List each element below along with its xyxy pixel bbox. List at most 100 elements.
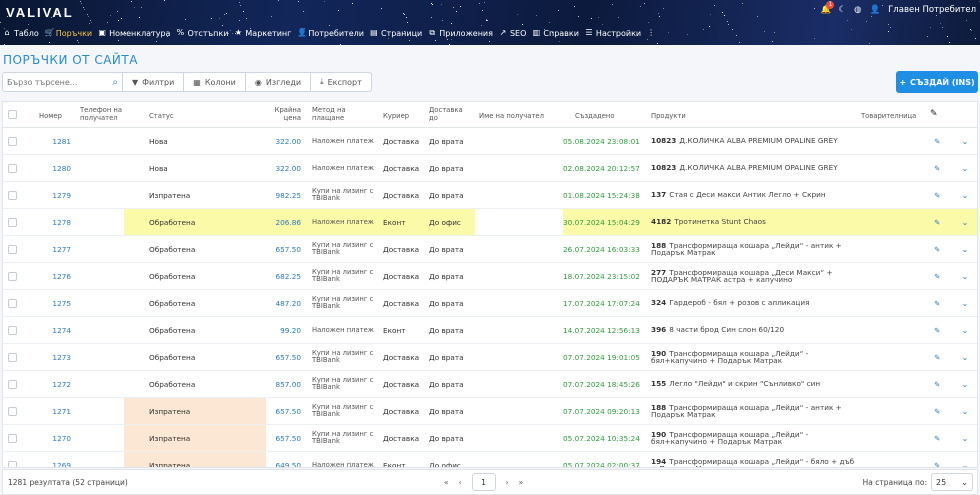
pencil-icon[interactable]: ✎ <box>925 182 949 208</box>
select-all-checkbox[interactable] <box>8 110 17 119</box>
pencil-icon[interactable]: ✎ <box>925 344 949 370</box>
col-delivery[interactable]: Доставка до <box>429 106 467 122</box>
table-row[interactable]: 1279 Изпратена 982.25 Купи на лизинг с TBIB… <box>3 182 977 209</box>
pencil-icon[interactable]: ✎ <box>925 425 949 451</box>
pencil-icon[interactable]: ✎ <box>925 398 949 424</box>
chevron-down-icon[interactable]: ⌄ <box>953 371 977 397</box>
chevron-down-icon[interactable]: ⌄ <box>953 263 977 289</box>
search-input[interactable] <box>7 77 102 87</box>
row-checkbox[interactable] <box>8 371 20 397</box>
row-checkbox[interactable] <box>8 317 20 343</box>
chevron-down-icon[interactable]: ⌄ <box>953 182 977 208</box>
id-cell[interactable]: 1275 <box>33 290 71 316</box>
user-name[interactable]: Главен Потребител <box>888 5 976 15</box>
table-row[interactable]: 1280 Нова 322.00 Наложен платеж Доставка До в… <box>3 155 977 182</box>
nav-item-10[interactable]: ☰ Настройки <box>582 29 644 38</box>
chevron-down-icon[interactable]: ⌄ <box>953 398 977 424</box>
table-row[interactable]: 1275 Обработена 487.20 Купи на лизинг с TBI… <box>3 290 977 317</box>
row-checkbox[interactable] <box>8 452 20 467</box>
nav-item-7[interactable]: ⧉ Приложения <box>425 29 496 38</box>
product-cell[interactable]: 4182 Тротинетка Stunt Chaos <box>651 209 856 235</box>
id-cell[interactable]: 1274 <box>33 317 71 343</box>
create-button[interactable]: + СЪЗДАЙ (INS) <box>896 71 978 93</box>
nav-item-2[interactable]: ▣ Номенклатура <box>95 29 173 38</box>
product-cell[interactable]: 10823 Д.КОЛИЧКА ALBA PREMIUM OPALINE GREY <box>651 155 856 181</box>
id-cell[interactable]: 1280 <box>33 155 71 181</box>
nav-item-0[interactable]: ⌂ Табло <box>0 29 42 38</box>
table-row[interactable]: 1277 Обработена 657.50 Купи на лизинг с TBI… <box>3 236 977 263</box>
table-row[interactable]: 1278 Обработена 206.86 Наложен платеж Еконт Д… <box>3 209 977 236</box>
table-row[interactable]: 1270 Изпратена 657.50 Купи на лизинг с TBIB… <box>3 425 977 452</box>
table-row[interactable]: 1269 Изпратена 649.50 Наложен платеж Еконт До… <box>3 452 977 468</box>
col-courier[interactable]: Куриер <box>383 112 409 120</box>
last-page-icon[interactable]: » <box>519 478 524 487</box>
moon-icon[interactable]: ☾ <box>838 5 846 15</box>
columns-button[interactable]: ▦ Колони <box>184 72 246 92</box>
product-cell[interactable]: 137 Стая с Деси макси Антик Легло + Скрин <box>651 182 856 208</box>
pencil-icon[interactable]: ✎ <box>925 371 949 397</box>
nav-item-1[interactable]: 🛒 Поръчки <box>42 29 95 38</box>
chevron-down-icon[interactable]: ⌄ <box>953 290 977 316</box>
next-page-icon[interactable]: › <box>506 478 509 487</box>
pencil-icon[interactable]: ✎ <box>925 452 949 468</box>
nav-item-4[interactable]: ★ Маркетинг <box>231 29 294 38</box>
views-button[interactable]: ◉ Изгледи <box>245 72 312 92</box>
chevron-down-icon[interactable]: ⌄ <box>953 236 977 262</box>
nav-more[interactable]: ⋮ <box>644 29 658 37</box>
col-status[interactable]: Статус <box>149 112 174 120</box>
table-row[interactable]: 1281 Нова 322.00 Наложен платеж Доставка До в… <box>3 128 977 155</box>
bell-icon[interactable]: 🔔 1 <box>820 1 835 15</box>
id-cell[interactable]: 1271 <box>33 398 71 424</box>
chevron-down-icon[interactable]: ⌄ <box>953 425 977 451</box>
row-checkbox[interactable] <box>8 236 20 262</box>
pencil-icon[interactable]: ✎ <box>925 317 949 343</box>
id-cell[interactable]: 1277 <box>33 236 71 262</box>
row-checkbox[interactable] <box>8 182 20 208</box>
table-row[interactable]: 1271 Изпратена 657.50 Купи на лизинг с TBIB… <box>3 398 977 425</box>
pencil-icon[interactable]: ✎ <box>925 209 949 235</box>
col-price[interactable]: Крайна цена <box>267 106 301 122</box>
col-payment[interactable]: Метод на плащане <box>312 106 360 122</box>
col-recipient[interactable]: Име на получател <box>479 112 544 120</box>
first-page-icon[interactable]: « <box>444 478 449 487</box>
col-created[interactable]: Създадено <box>575 112 615 120</box>
nav-item-9[interactable]: ▥ Справки <box>529 29 582 38</box>
pencil-icon[interactable]: ✎ <box>925 263 949 289</box>
product-cell[interactable]: 190 Трансформираща кошара „Лейди“ - бял+к… <box>651 344 856 370</box>
nav-item-3[interactable]: % Отстъпки <box>173 29 231 38</box>
page-input[interactable]: 1 <box>471 473 496 491</box>
chevron-down-icon[interactable]: ⌄ <box>953 452 977 468</box>
id-cell[interactable]: 1270 <box>33 425 71 451</box>
row-checkbox[interactable] <box>8 155 20 181</box>
globe-icon[interactable]: ◍ <box>854 5 861 15</box>
row-checkbox[interactable] <box>8 263 20 289</box>
product-cell[interactable]: 188 Трансформираща кошара „Лейди“ - антик… <box>651 236 856 262</box>
row-checkbox[interactable] <box>8 290 20 316</box>
pencil-icon[interactable]: ✎ <box>925 236 949 262</box>
chevron-down-icon[interactable]: ⌄ <box>953 344 977 370</box>
product-cell[interactable]: 10823 Д.КОЛИЧКА ALBA PREMIUM OPALINE GREY <box>651 128 856 154</box>
chevron-down-icon[interactable]: ⌄ <box>953 128 977 154</box>
nav-item-6[interactable]: ▤ Страници <box>367 29 425 38</box>
per-page-select[interactable]: 25 ⌄ <box>931 473 973 491</box>
chevron-down-icon[interactable]: ⌄ <box>953 317 977 343</box>
export-button[interactable]: ⤓ Експорт <box>311 72 372 92</box>
row-checkbox[interactable] <box>8 344 20 370</box>
chevron-down-icon[interactable]: ⌄ <box>953 155 977 181</box>
product-cell[interactable]: 194 Трансформираща кошара „Лейди“ - бяло … <box>651 452 856 467</box>
product-cell[interactable]: 277 Трансформираща кошара „Деси Макси“ + … <box>651 263 856 289</box>
col-products[interactable]: Продукти <box>651 112 686 120</box>
search-icon[interactable]: ⌕ <box>112 77 118 88</box>
id-cell[interactable]: 1276 <box>33 263 71 289</box>
product-cell[interactable]: 324 Гардероб - бял + розов с апликация <box>651 290 856 316</box>
table-row[interactable]: 1274 Обработена 99.20 Наложен платеж Еконт До… <box>3 317 977 344</box>
product-cell[interactable]: 396 8 части брод Син слон 60/120 <box>651 317 856 343</box>
table-row[interactable]: 1276 Обработена 682.25 Купи на лизинг с TBI… <box>3 263 977 290</box>
pencil-icon[interactable]: ✎ <box>925 155 949 181</box>
row-checkbox[interactable] <box>8 209 20 235</box>
id-cell[interactable]: 1272 <box>33 371 71 397</box>
table-row[interactable]: 1273 Обработена 657.50 Купи на лизинг с TBI… <box>3 344 977 371</box>
col-number[interactable]: Номер <box>39 112 62 120</box>
col-waybill[interactable]: Товарителница <box>861 112 916 120</box>
id-cell[interactable]: 1279 <box>33 182 71 208</box>
